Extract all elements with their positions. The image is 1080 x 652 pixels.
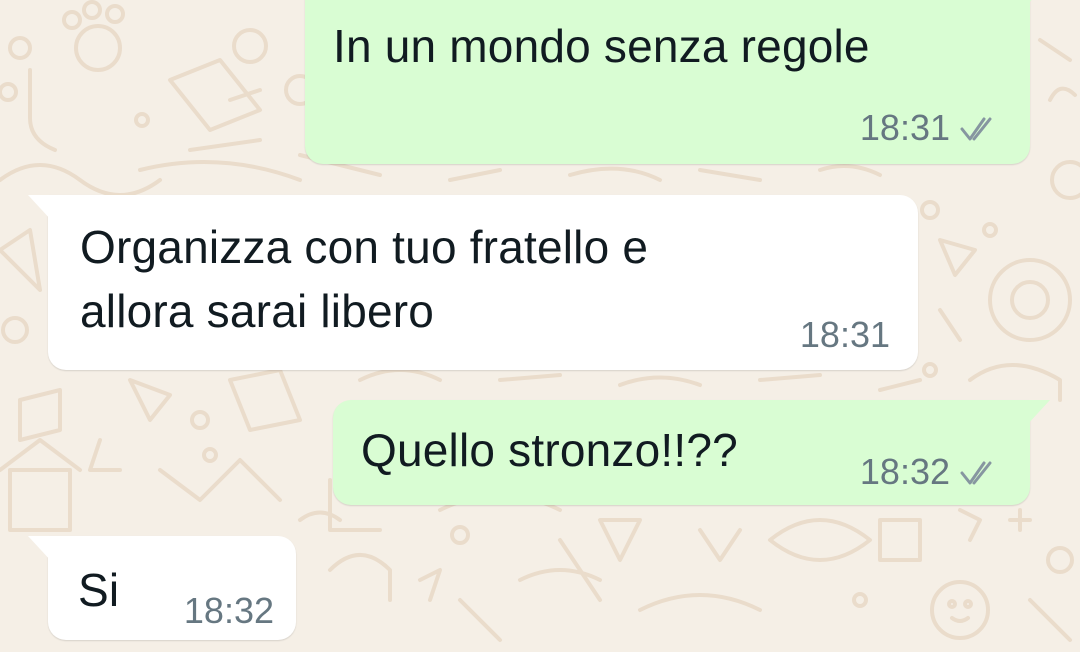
message-text: Si [78, 558, 119, 622]
bubble-tail [28, 195, 52, 221]
message-time: 18:31 [859, 107, 950, 148]
double-check-icon [960, 117, 992, 141]
message-text: In un mondo senza regole [333, 14, 870, 78]
bubble-tail [28, 536, 52, 562]
message-time: 18:31 [799, 314, 890, 355]
incoming-message[interactable]: Organizza con tuo fratello e allora sara… [28, 195, 918, 370]
message-meta: 18:31 [860, 108, 1004, 148]
bubble-tail [1026, 0, 1050, 6]
message-line: Quello stronzo!!?? [361, 424, 738, 476]
double-check-icon [960, 461, 992, 485]
message-time: 18:32 [859, 451, 950, 492]
message-line: Organizza con tuo fratello e [80, 221, 649, 273]
outgoing-message[interactable]: Quello stronzo!!?? 18:32 [333, 400, 1050, 505]
message-text: Quello stronzo!!?? [361, 418, 738, 482]
incoming-message[interactable]: Si 18:32 [28, 536, 296, 640]
message-meta: 18:32 [184, 591, 274, 631]
message-time: 18:32 [183, 590, 274, 631]
message-meta: 18:32 [860, 452, 1004, 492]
message-meta: 18:31 [800, 315, 890, 355]
message-line: allora sarai libero [80, 285, 435, 337]
outgoing-message[interactable]: In un mondo senza regole 18:31 [305, 0, 1050, 164]
paw-doodle [62, 0, 125, 72]
bubble-tail [1026, 400, 1050, 426]
message-line: In un mondo senza regole [333, 20, 870, 72]
message-line: Si [78, 564, 120, 616]
message-text: Organizza con tuo fratello e allora sara… [80, 215, 648, 343]
